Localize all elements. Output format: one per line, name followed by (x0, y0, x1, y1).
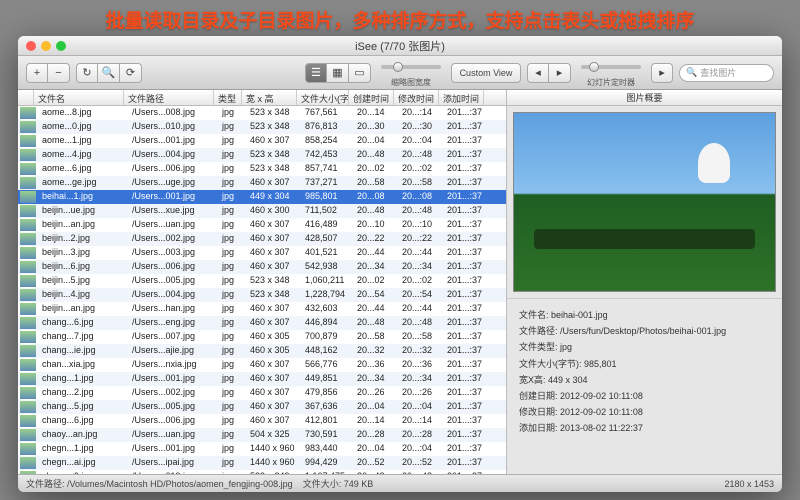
preview-info: 文件名: beihai-001.jpg 文件路径: /Users/fun/Des… (507, 298, 782, 474)
thumb-icon (20, 261, 36, 273)
table-row[interactable]: chegn...1.jpg/Users...001.jpgjpg1440 x 9… (18, 442, 506, 456)
table-row[interactable]: aome...ge.jpg/Users...uge.jpgjpg460 x 30… (18, 176, 506, 190)
thumb-icon (20, 149, 36, 161)
custom-view-button[interactable]: Custom View (451, 63, 521, 83)
table-row[interactable]: beijin...2.jpg/Users...002.jpgjpg460 x 3… (18, 232, 506, 246)
table-row[interactable]: chan...xia.jpg/Users...nxia.jpgjpg460 x … (18, 358, 506, 372)
marketing-banner: 批量读取目录及子目录图片，多种排序方式，支持点击表头或拖拽排序 (0, 6, 800, 33)
thumb-icon (20, 401, 36, 413)
thumb-icon (20, 331, 36, 343)
preview-header: 图片概要 (507, 90, 782, 106)
rotate-button[interactable]: ↻ (76, 63, 98, 83)
col-name[interactable]: 文件名 (34, 90, 124, 105)
thumb-icon (20, 429, 36, 441)
thumb-icon (20, 289, 36, 301)
table-row[interactable]: chang...ie.jpg/Users...ajie.jpgjpg460 x … (18, 344, 506, 358)
view-list-button[interactable]: ☰ (305, 63, 327, 83)
table-row[interactable]: chang...6.jpg/Users...006.jpgjpg460 x 30… (18, 414, 506, 428)
view-cover-button[interactable]: ▭ (349, 63, 371, 83)
col-modified[interactable]: 修改时间 (394, 90, 439, 105)
table-row[interactable]: chang...6.jpg/Users...eng.jpgjpg460 x 30… (18, 316, 506, 330)
table-row[interactable]: aome...0.jpg/Users...010.jpgjpg523 x 348… (18, 120, 506, 134)
col-dim[interactable]: 宽 x 高 (242, 90, 297, 105)
search-icon: 🔍 (686, 67, 697, 78)
thumb-icon (20, 317, 36, 329)
table-row[interactable]: beijin...5.jpg/Users...005.jpgjpg523 x 3… (18, 274, 506, 288)
thumb-icon (20, 359, 36, 371)
table-row[interactable]: chegn...ai.jpg/Users...ipai.jpgjpg1440 x… (18, 456, 506, 470)
table-row[interactable]: beijin...an.jpg/Users...uan.jpgjpg460 x … (18, 218, 506, 232)
table-header[interactable]: 文件名 文件路径 类型 宽 x 高 文件大小(字... 创建时间 修改时间 添加… (18, 90, 506, 106)
col-path[interactable]: 文件路径 (124, 90, 214, 105)
table-row[interactable]: aome...8.jpg/Users...008.jpgjpg523 x 348… (18, 106, 506, 120)
play-button[interactable]: ▸ (651, 63, 673, 83)
table-row[interactable]: beijin...3.jpg/Users...003.jpgjpg460 x 3… (18, 246, 506, 260)
table-row[interactable]: chang...7.jpg/Users...007.jpgjpg460 x 30… (18, 330, 506, 344)
prev-button[interactable]: ◂ (527, 63, 549, 83)
thumb-icon (20, 163, 36, 175)
thumb-icon (20, 107, 36, 119)
next-button[interactable]: ▸ (549, 63, 571, 83)
slideshow-timer-label: 幻灯片定时器 (587, 77, 635, 88)
thumb-icon (20, 275, 36, 287)
thumb-icon (20, 233, 36, 245)
titlebar[interactable]: iSee (7/70 张图片) (18, 36, 782, 56)
table-row[interactable]: aome...1.jpg/Users...001.jpgjpg460 x 307… (18, 134, 506, 148)
remove-button[interactable]: − (48, 63, 70, 83)
thumb-icon (20, 443, 36, 455)
table-row[interactable]: beihai...1.jpg/Users...001.jpgjpg449 x 3… (18, 190, 506, 204)
search-button[interactable]: 🔍 (98, 63, 120, 83)
view-grid-button[interactable]: ▦ (327, 63, 349, 83)
table-row[interactable]: chang...5.jpg/Users...005.jpgjpg460 x 30… (18, 400, 506, 414)
thumb-icon (20, 373, 36, 385)
col-size[interactable]: 文件大小(字... (297, 90, 349, 105)
thumb-icon (20, 457, 36, 469)
thumb-icon (20, 135, 36, 147)
thumb-icon (20, 121, 36, 133)
slideshow-timer-slider[interactable] (581, 65, 641, 69)
thumb-width-label: 缩略图宽度 (391, 77, 431, 88)
thumb-icon (20, 303, 36, 315)
table-row[interactable]: beijin...4.jpg/Users...004.jpgjpg523 x 3… (18, 288, 506, 302)
thumb-icon (20, 205, 36, 217)
table-row[interactable]: aome...4.jpg/Users...004.jpgjpg523 x 348… (18, 148, 506, 162)
preview-panel: 图片概要 文件名: beihai-001.jpg 文件路径: /Users/fu… (506, 90, 782, 474)
thumb-icon (20, 219, 36, 231)
col-added[interactable]: 添加时间 (439, 90, 484, 105)
thumb-icon (20, 387, 36, 399)
status-bar: 文件路径: /Volumes/Macintosh HD/Photos/aomen… (18, 474, 782, 492)
table-row[interactable]: beijin...an.jpg/Users...han.jpgjpg460 x … (18, 302, 506, 316)
window-title: iSee (7/70 张图片) (18, 38, 782, 54)
app-window: iSee (7/70 张图片) + − ↻ 🔍 ⟳ ☰ ▦ ▭ 缩略图宽度 Cu… (18, 36, 782, 492)
col-created[interactable]: 创建时间 (349, 90, 394, 105)
search-input[interactable]: 🔍 查找图片 (679, 64, 774, 82)
search-placeholder: 查找图片 (700, 66, 736, 79)
thumb-width-slider[interactable] (381, 65, 441, 69)
table-body[interactable]: aome...8.jpg/Users...008.jpgjpg523 x 348… (18, 106, 506, 474)
thumb-icon (20, 345, 36, 357)
table-row[interactable]: aome...6.jpg/Users...006.jpgjpg523 x 348… (18, 162, 506, 176)
thumb-icon (20, 247, 36, 259)
table-row[interactable]: beijin...6.jpg/Users...006.jpgjpg460 x 3… (18, 260, 506, 274)
preview-image (513, 112, 776, 292)
table-row[interactable]: chang...2.jpg/Users...002.jpgjpg460 x 30… (18, 386, 506, 400)
add-button[interactable]: + (26, 63, 48, 83)
table-row[interactable]: beijin...ue.jpg/Users...xue.jpgjpg460 x … (18, 204, 506, 218)
toolbar: + − ↻ 🔍 ⟳ ☰ ▦ ▭ 缩略图宽度 Custom View ◂ ▸ 幻灯… (18, 56, 782, 90)
table-row[interactable]: chaoy...an.jpg/Users...uan.jpgjpg504 x 3… (18, 428, 506, 442)
thumb-icon (20, 415, 36, 427)
thumb-icon (20, 191, 36, 203)
table-row[interactable]: chang...1.jpg/Users...001.jpgjpg460 x 30… (18, 372, 506, 386)
refresh-button[interactable]: ⟳ (120, 63, 142, 83)
file-table: 文件名 文件路径 类型 宽 x 高 文件大小(字... 创建时间 修改时间 添加… (18, 90, 506, 474)
col-type[interactable]: 类型 (214, 90, 242, 105)
thumb-icon (20, 177, 36, 189)
